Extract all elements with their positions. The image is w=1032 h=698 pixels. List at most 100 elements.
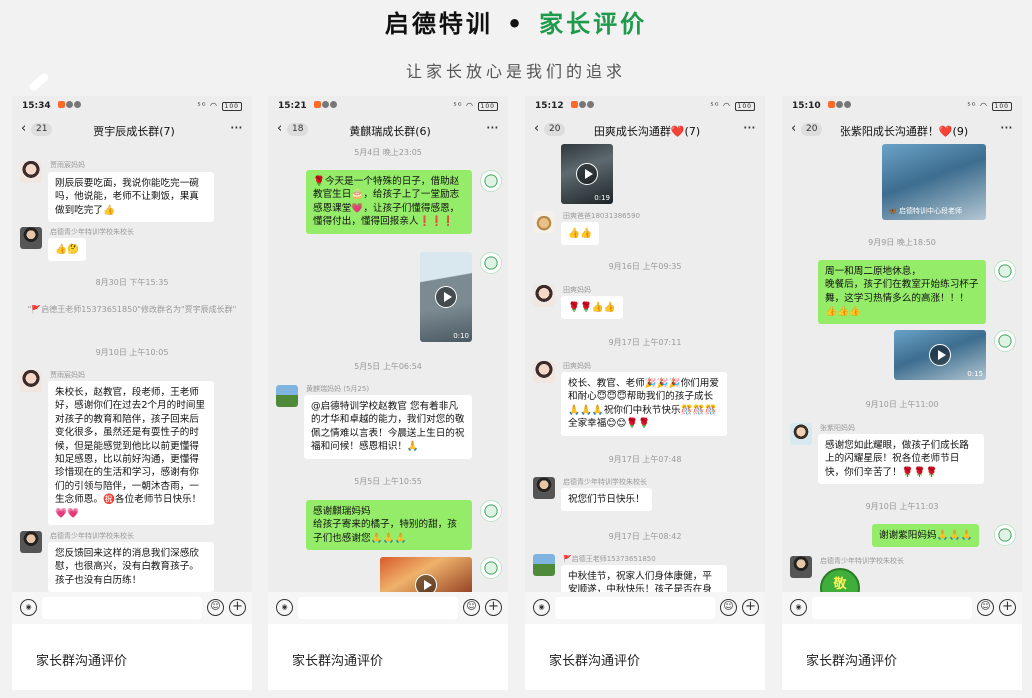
message-input[interactable]: [42, 597, 202, 619]
avatar[interactable]: [533, 285, 555, 307]
plus-icon[interactable]: +: [229, 599, 246, 616]
timestamp: 9月17日 上午07:11: [608, 338, 682, 347]
message-sender: 田爽妈妈: [563, 362, 591, 370]
video-message[interactable]: 0:15: [894, 330, 986, 380]
avatar[interactable]: [533, 211, 555, 233]
avatar[interactable]: [480, 557, 502, 579]
voice-icon[interactable]: ◉: [533, 599, 550, 616]
message-bubble[interactable]: 👍🤔: [48, 238, 86, 262]
message-bubble[interactable]: 刚辰辰要吃面，我说你能吃完一碗吗，他说能，老师不让剩饭，果真做到吃完了👍: [48, 172, 214, 223]
timestamp: 5月5日 上午10:55: [354, 477, 422, 486]
voice-icon[interactable]: ◉: [276, 599, 293, 616]
back-chevron-icon[interactable]: ‹: [791, 122, 796, 136]
avatar[interactable]: [20, 531, 42, 553]
avatar[interactable]: [994, 260, 1016, 282]
voice-icon[interactable]: ◉: [20, 599, 37, 616]
unread-count-badge[interactable]: 18: [287, 123, 309, 136]
voice-icon[interactable]: ◉: [790, 599, 807, 616]
play-icon[interactable]: [435, 286, 457, 308]
play-icon[interactable]: [576, 163, 598, 185]
chat-area[interactable]: 5月4日 晚上23:05 🌹今天是一个特殊的日子，借助赵教官生日🎂，给孩子上了一…: [268, 144, 508, 592]
message-bubble[interactable]: 校长、教官、老师🎉🎉🎉你们用爱和耐心😇😇😇帮助我们的孩子成长🙏🙏🙏祝你们中秋节快…: [561, 372, 727, 436]
notification-icons: [827, 101, 852, 111]
unread-count-badge[interactable]: 20: [544, 123, 566, 136]
avatar[interactable]: [533, 361, 555, 383]
avatar[interactable]: [20, 370, 42, 392]
emoji-icon[interactable]: ☺: [463, 599, 480, 616]
video-message[interactable]: 0:19: [561, 144, 613, 204]
status-time: 15:10: [792, 101, 821, 111]
avatar[interactable]: [20, 227, 42, 249]
more-icon[interactable]: ···: [743, 118, 756, 137]
group-title: 张紫阳成长沟通群！❤️(9): [839, 125, 969, 138]
phone-screen: 15:10 ⁵ᴳ ◠ 100 ‹ 20 张紫阳成长沟通群！❤️(9) ··· 🦋…: [782, 96, 1022, 624]
message-bubble[interactable]: 中秋佳节，祝家人们身体康健，平安顺遂，中秋快乐！孩子是否在身: [561, 565, 727, 592]
message-sender: 🚩启德王老师15373651850: [563, 555, 656, 563]
message-bubble[interactable]: 谢谢紫阳妈妈🙏🙏🙏: [872, 524, 980, 548]
status-bar: 15:21 ⁵ᴳ ◠ 100: [268, 96, 508, 116]
message-bubble[interactable]: 感谢麒瑞妈妈 给孩子寄来的橘子，特别的甜，孩子们也感谢您🙏🙏🙏: [306, 500, 472, 551]
video-message[interactable]: [380, 557, 472, 592]
chat-area[interactable]: 🦋 启德特训中心段老师 9月9日 晚上18:50 周一和周二原地休息， 晚餐后，…: [782, 144, 1022, 592]
unread-count-badge[interactable]: 21: [31, 123, 53, 136]
message-bubble[interactable]: @启德特训学校赵教官 您有着非凡的才华和卓越的能力，我们对您的敬佩之情难以言表！…: [304, 395, 472, 459]
chat-area[interactable]: 贾雨宸妈妈 刚辰辰要吃面，我说你能吃完一碗吗，他说能，老师不让剩饭，果真做到吃完…: [12, 144, 252, 592]
message-bubble[interactable]: 🌹今天是一个特殊的日子，借助赵教官生日🎂，给孩子上了一堂励志感恩课堂💗，让孩子们…: [306, 170, 472, 234]
avatar[interactable]: [480, 252, 502, 274]
message-sender: 张紫阳妈妈: [820, 424, 855, 432]
notification-icons: [570, 101, 595, 111]
more-icon[interactable]: ···: [230, 118, 243, 137]
back-chevron-icon[interactable]: ‹: [277, 122, 282, 136]
back-chevron-icon[interactable]: ‹: [534, 122, 539, 136]
avatar[interactable]: [533, 477, 555, 499]
message-bubble[interactable]: 祝您们节日快乐！: [561, 488, 652, 512]
more-icon[interactable]: ···: [1000, 118, 1013, 137]
more-icon[interactable]: ···: [486, 118, 499, 137]
message-bubble[interactable]: 您反馈回来这样的消息我们深感欣慰，也很高兴，没有白教育孩子。孩子也没有白历练！: [48, 542, 214, 592]
avatar[interactable]: [480, 500, 502, 522]
message-bubble[interactable]: 👍👍: [561, 222, 599, 246]
message-bubble[interactable]: 周一和周二原地休息， 晚餐后，孩子们在教室开始练习杯子舞，这学习热情多么的高涨！…: [818, 260, 986, 324]
message-sender: 田爽爸爸18031386590: [563, 212, 640, 220]
message-bubble[interactable]: 朱校长，赵教官，段老师，王老师好，感谢你们在过去2个月的时间里对孩子的教育和陪伴…: [48, 381, 214, 526]
avatar[interactable]: [994, 330, 1016, 352]
chat-area[interactable]: 0:19 田爽爸爸18031386590 👍👍 9月16日 上午09:35 田爽…: [525, 144, 765, 592]
avatar[interactable]: [20, 161, 42, 183]
avatar[interactable]: [790, 423, 812, 445]
avatar[interactable]: [533, 554, 555, 576]
screenshot-cards: 15:34 ⁵ᴳ ◠ 100 ‹ 21 贾宇辰成长群(7) ··· 贾雨宸妈妈 …: [12, 96, 1022, 690]
group-title: 黄麒瑞成长群(6): [349, 125, 431, 138]
message-bubble[interactable]: 🌹🌹👍👍: [561, 296, 623, 320]
plus-icon[interactable]: +: [999, 599, 1016, 616]
avatar[interactable]: [994, 524, 1016, 546]
plus-icon[interactable]: +: [742, 599, 759, 616]
emoji-icon[interactable]: ☺: [977, 599, 994, 616]
message-input[interactable]: [812, 597, 972, 619]
message-sender: 田爽妈妈: [563, 286, 591, 294]
timestamp: 5月4日 晚上23:05: [354, 148, 422, 157]
video-message[interactable]: 🦋 启德特训中心段老师: [882, 144, 986, 220]
status-bar: 15:10 ⁵ᴳ ◠ 100: [782, 96, 1022, 116]
avatar[interactable]: [276, 385, 298, 407]
avatar[interactable]: [480, 170, 502, 192]
avatar[interactable]: [790, 556, 812, 578]
play-icon[interactable]: [929, 344, 951, 366]
screenshot-card-1: 15:34 ⁵ᴳ ◠ 100 ‹ 21 贾宇辰成长群(7) ··· 贾雨宸妈妈 …: [12, 96, 252, 690]
timestamp: 9月10日 上午11:00: [865, 400, 939, 409]
video-message[interactable]: 0:10: [420, 252, 472, 342]
emoji-icon[interactable]: ☺: [207, 599, 224, 616]
plus-icon[interactable]: +: [485, 599, 502, 616]
back-chevron-icon[interactable]: ‹: [21, 122, 26, 136]
sticker-message[interactable]: 敬: [820, 568, 860, 592]
message-input[interactable]: [298, 597, 458, 619]
chat-nav-bar: ‹ 20 张紫阳成长沟通群！❤️(9) ···: [782, 116, 1022, 144]
play-icon[interactable]: [415, 574, 437, 592]
video-watermark: 🦋 启德特训中心段老师: [888, 207, 962, 215]
emoji-icon[interactable]: ☺: [720, 599, 737, 616]
unread-count-badge[interactable]: 20: [801, 123, 823, 136]
message-input[interactable]: [555, 597, 715, 619]
battery-icon: 100: [734, 102, 755, 111]
message-sender: 贾雨宸妈妈: [50, 161, 85, 169]
message-sender: 贾雨宸妈妈: [50, 371, 85, 379]
message-bubble[interactable]: 感谢您如此耀眼，做孩子们成长路上的闪耀星辰！祝各位老师节日快，你们辛苦了！🌹🌹🌹: [818, 434, 984, 485]
